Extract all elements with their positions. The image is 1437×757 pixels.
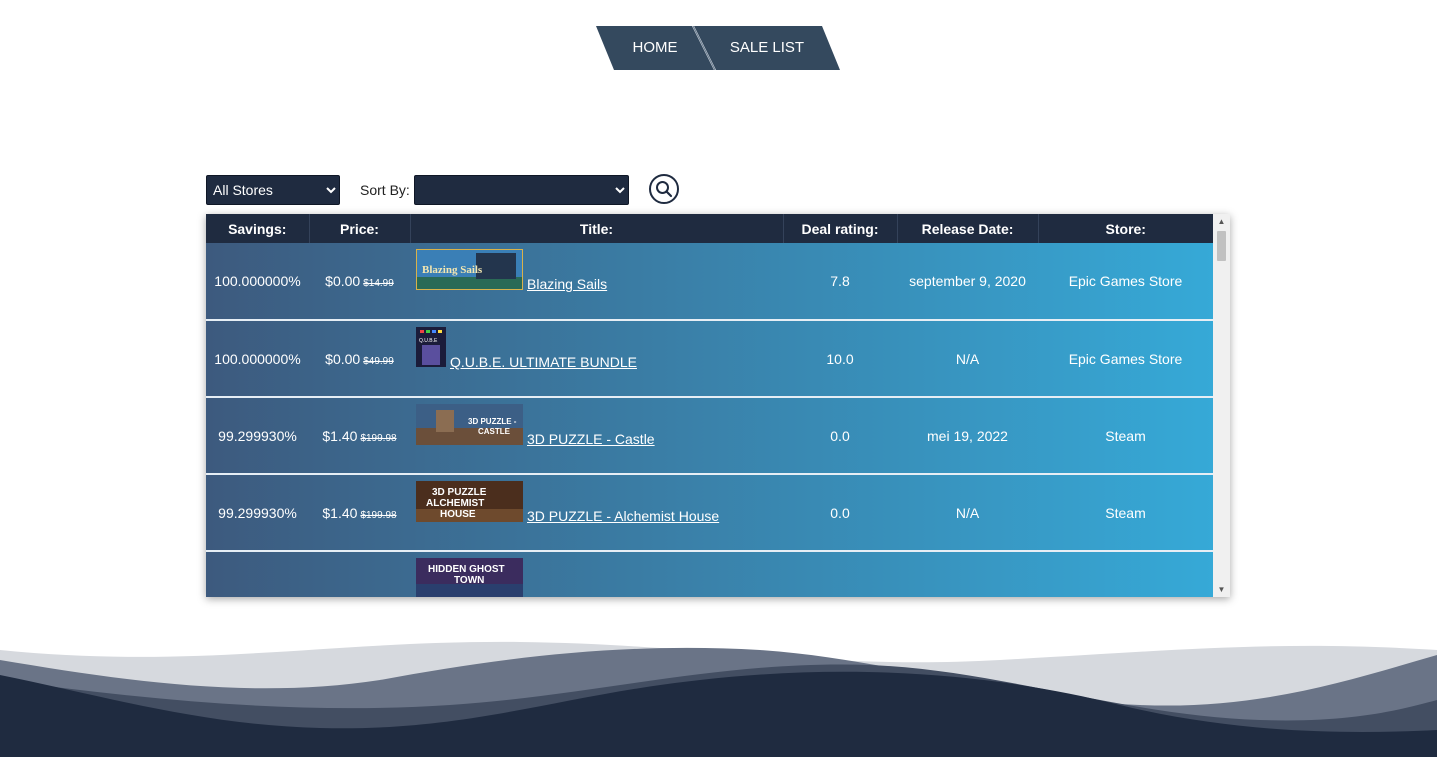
header-release-date: Release Date:: [897, 214, 1039, 243]
table-row: 99.299930% $1.40 $199.98 3D PUZZLE - CAST…: [206, 397, 1213, 474]
sale-price: $1.40: [322, 427, 358, 444]
game-title-link[interactable]: Blazing Sails: [527, 276, 607, 292]
title-cell: HIDDEN GHOST TOWN: [410, 551, 783, 597]
original-price: $199.98: [360, 432, 397, 444]
header-savings: Savings:: [206, 214, 310, 243]
table-header-row: Savings: Price: Title: Deal rating: Rele…: [206, 214, 1213, 243]
title-cell: 3D PUZZLE ALCHEMIST HOUSE 3D PUZZLE - Al…: [410, 474, 783, 551]
savings-cell: 100.000000%: [214, 350, 301, 367]
footer-waves: [0, 641, 1437, 757]
release-date-cell: N/A: [955, 504, 980, 521]
svg-text:TOWN: TOWN: [454, 575, 484, 586]
original-price: $199.98: [360, 509, 397, 521]
header-title: Title:: [410, 214, 784, 243]
store-cell: [1038, 551, 1213, 597]
title-cell: Blazing Sails Blazing Sails: [410, 243, 783, 320]
svg-text:HOUSE: HOUSE: [440, 509, 476, 520]
title-cell: 3D PUZZLE - CASTLE 3D PUZZLE - Castle: [410, 397, 783, 474]
table-row: 99.299930% $1.40 $199.98 3D PUZZLE ALCHEM…: [206, 474, 1213, 551]
game-thumbnail[interactable]: 3D PUZZLE ALCHEMIST HOUSE: [416, 481, 523, 522]
header-price: Price:: [309, 214, 411, 243]
table-row: 100.000000% $0.00 $49.99 Q.U.B.E Q.U.B.E…: [206, 320, 1213, 397]
deals-table-container: Savings: Price: Title: Deal rating: Rele…: [206, 214, 1230, 597]
price-cell: $0.00 $49.99: [309, 320, 410, 397]
game-thumbnail[interactable]: Q.U.B.E: [416, 327, 446, 367]
savings-cell: [206, 551, 309, 597]
release-date-cell: N/A: [955, 350, 980, 367]
svg-text:HIDDEN GHOST: HIDDEN GHOST: [428, 564, 505, 575]
game-thumbnail[interactable]: 3D PUZZLE - CASTLE: [416, 404, 523, 445]
price-cell: $1.40 $199.98: [309, 474, 410, 551]
store-cell: Epic Games Store: [1068, 273, 1183, 289]
price-cell: $1.40 $199.98: [309, 397, 410, 474]
sort-select[interactable]: [414, 175, 629, 205]
deal-rating-cell: 10.0: [826, 350, 854, 367]
scrollbar-thumb[interactable]: [1217, 231, 1226, 261]
release-date-cell: [897, 551, 1038, 597]
deal-rating-cell: [783, 551, 897, 597]
table-scrollbar[interactable]: ▲ ▼: [1213, 214, 1230, 597]
nav-sale-list-link[interactable]: SALE LIST: [714, 26, 820, 70]
sort-by-label: Sort By:: [360, 182, 410, 198]
svg-text:3D PUZZLE: 3D PUZZLE: [432, 487, 487, 498]
game-title-link[interactable]: 3D PUZZLE - Castle: [527, 431, 655, 447]
search-icon: [656, 181, 673, 198]
table-row: HIDDEN GHOST TOWN: [206, 551, 1213, 597]
svg-text:CASTLE: CASTLE: [478, 427, 511, 436]
top-nav: HOME SALE LIST: [596, 26, 840, 70]
store-select[interactable]: All Stores: [206, 175, 340, 205]
price-cell: $0.00 $14.99: [309, 243, 410, 320]
store-cell: Steam: [1105, 427, 1146, 444]
search-button[interactable]: [649, 174, 679, 204]
svg-text:3D PUZZLE -: 3D PUZZLE -: [468, 417, 517, 426]
price-cell: [309, 551, 410, 597]
store-cell: Epic Games Store: [1068, 350, 1183, 367]
release-date-cell: mei 19, 2022: [927, 427, 1008, 444]
savings-cell: 99.299930%: [218, 504, 297, 521]
svg-text:Q.U.B.E: Q.U.B.E: [419, 338, 438, 344]
savings-cell: 99.299930%: [218, 427, 297, 444]
sale-price: $1.40: [322, 504, 358, 521]
store-cell: Steam: [1105, 504, 1146, 521]
svg-text:ALCHEMIST: ALCHEMIST: [426, 498, 484, 509]
game-thumbnail[interactable]: HIDDEN GHOST TOWN: [416, 558, 523, 597]
game-title-link[interactable]: Q.U.B.E. ULTIMATE BUNDLE: [450, 354, 637, 370]
scroll-down-arrow-icon[interactable]: ▼: [1213, 582, 1230, 597]
scroll-up-arrow-icon[interactable]: ▲: [1213, 214, 1230, 229]
deal-rating-cell: 7.8: [830, 273, 850, 289]
deal-rating-cell: 0.0: [830, 427, 850, 444]
header-store: Store:: [1038, 214, 1213, 243]
header-deal-rating: Deal rating:: [783, 214, 898, 243]
sale-price: $0.00: [325, 273, 361, 289]
sale-price: $0.00: [325, 350, 361, 367]
original-price: $14.99: [363, 278, 394, 289]
game-thumbnail[interactable]: Blazing Sails: [416, 249, 523, 290]
savings-cell: 100.000000%: [214, 273, 301, 289]
deals-table-scroll[interactable]: Savings: Price: Title: Deal rating: Rele…: [206, 214, 1213, 597]
deals-table: Savings: Price: Title: Deal rating: Rele…: [206, 214, 1213, 597]
table-row: 100.000000% $0.00 $14.99 Blazing Sails Bl…: [206, 243, 1213, 320]
title-cell: Q.U.B.E Q.U.B.E. ULTIMATE BUNDLE: [410, 320, 783, 397]
game-title-link[interactable]: 3D PUZZLE - Alchemist House: [527, 508, 719, 524]
nav-home-link[interactable]: HOME: [614, 26, 696, 70]
svg-text:Blazing Sails: Blazing Sails: [422, 264, 483, 276]
original-price: $49.99: [363, 355, 394, 367]
deal-rating-cell: 0.0: [830, 504, 850, 521]
release-date-cell: september 9, 2020: [909, 273, 1026, 289]
